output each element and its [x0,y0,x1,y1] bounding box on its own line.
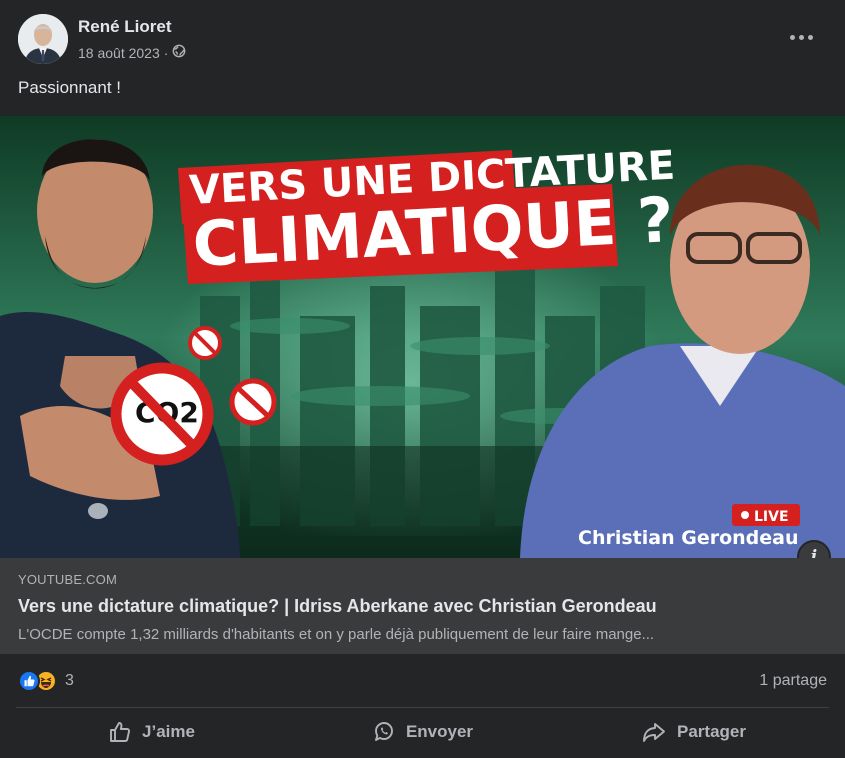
send-label: Envoyer [405,722,474,741]
video-thumbnail[interactable]: VERS UNE DICTATURE CLIMATIQUE ? CO2 [0,116,845,558]
link-preview[interactable]: YOUTUBE.COM Vers une dictature climatiqu… [0,558,845,654]
reaction-count: 3 [65,672,74,689]
post-text: Passionnant ! [18,78,122,97]
share-arrow-icon [641,720,667,744]
share-label: Partager [677,722,746,741]
dot-icon [798,34,804,40]
dot-icon [789,34,795,40]
whatsapp-icon [372,720,396,744]
avatar[interactable] [18,14,68,64]
more-options-button[interactable] [783,24,819,50]
divider [16,707,829,708]
author-name[interactable]: René Lioret [78,17,172,37]
post-date[interactable]: 18 août 2023 [78,45,160,61]
globe-icon[interactable] [172,44,186,61]
share-button[interactable]: Partager [558,712,829,752]
thumbs-up-icon [108,720,132,744]
post-header: René Lioret 18 août 2023 · [18,14,827,64]
live-label: LIVE [754,509,789,525]
post-meta: 18 août 2023 · [78,44,186,61]
action-bar: J’aime Envoyer Partager [16,712,829,752]
link-title[interactable]: Vers une dictature climatique? | Idriss … [18,596,657,617]
dot-icon [807,34,813,40]
post-card: René Lioret 18 août 2023 · Passionnant ! [0,0,845,758]
like-label: J’aime [142,722,195,741]
like-button[interactable]: J’aime [16,712,287,752]
share-count[interactable]: 1 partage [759,672,827,690]
link-domain: YOUTUBE.COM [18,572,117,587]
co2-badge: CO2 [110,362,214,466]
name-caption: Christian Gerondeau [578,527,799,549]
link-description: L'OCDE compte 1,32 milliards d'habitants… [18,626,655,643]
like-reaction-icon [18,670,40,692]
send-button[interactable]: Envoyer [287,712,558,752]
live-badge: LIVE [732,504,800,526]
meta-separator: · [163,44,169,61]
headline-banner: VERS UNE DICTATURE CLIMATIQUE ? [178,143,676,284]
reactions-summary[interactable]: 3 [18,668,74,694]
